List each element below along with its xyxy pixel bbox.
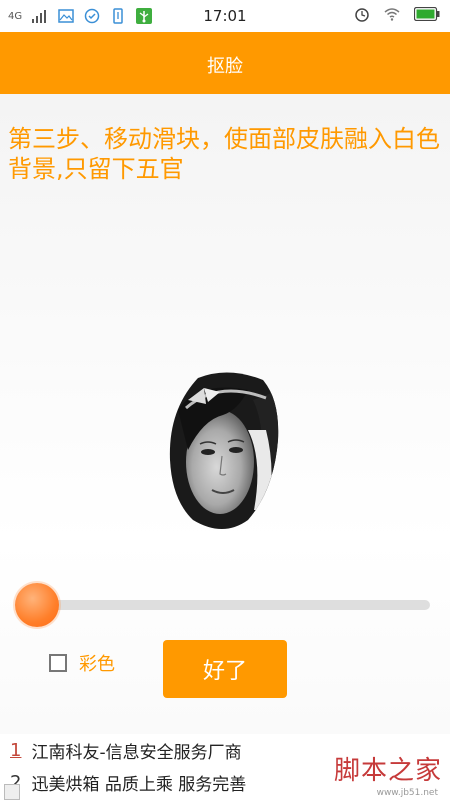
blend-slider-track[interactable] bbox=[30, 600, 430, 610]
ad-index: 1 bbox=[10, 739, 22, 761]
blend-slider-thumb[interactable] bbox=[15, 583, 59, 627]
title-bar: 抠脸 bbox=[0, 32, 450, 94]
battery-icon bbox=[414, 7, 440, 21]
alarm-icon bbox=[355, 8, 369, 22]
ad-text[interactable]: 迅美烘箱 品质上乘 服务完善 bbox=[31, 770, 246, 795]
status-bar: 4G 17:01 bbox=[0, 0, 450, 32]
color-checkbox-label: 彩色 bbox=[79, 654, 115, 675]
ad-corner-icon bbox=[4, 784, 20, 800]
checkbox-box[interactable] bbox=[49, 654, 67, 672]
site-watermark: 脚本之家 bbox=[333, 756, 442, 786]
color-checkbox[interactable]: 彩色 bbox=[49, 650, 115, 676]
status-right-icons bbox=[354, 6, 440, 22]
wifi-icon bbox=[384, 8, 400, 21]
ok-button[interactable]: 好了 bbox=[163, 640, 287, 698]
ad-item[interactable]: 1 江南科友-信息安全服务厂商 bbox=[10, 736, 242, 764]
ad-item[interactable]: 2 迅美烘箱 品质上乘 服务完善 bbox=[10, 768, 246, 796]
page-title: 抠脸 bbox=[207, 56, 243, 77]
site-watermark-url: www.jb51.net bbox=[376, 788, 438, 798]
ad-text[interactable]: 江南科友-信息安全服务厂商 bbox=[31, 738, 241, 763]
instruction-text: 第三步、移动滑块，使面部皮肤融入白色背景,只留下五官 bbox=[8, 125, 440, 183]
ad-banner[interactable]: 1 江南科友-信息安全服务厂商 2 迅美烘箱 品质上乘 服务完善 脚本之家 ww… bbox=[0, 734, 450, 800]
face-preview-image bbox=[168, 370, 280, 532]
